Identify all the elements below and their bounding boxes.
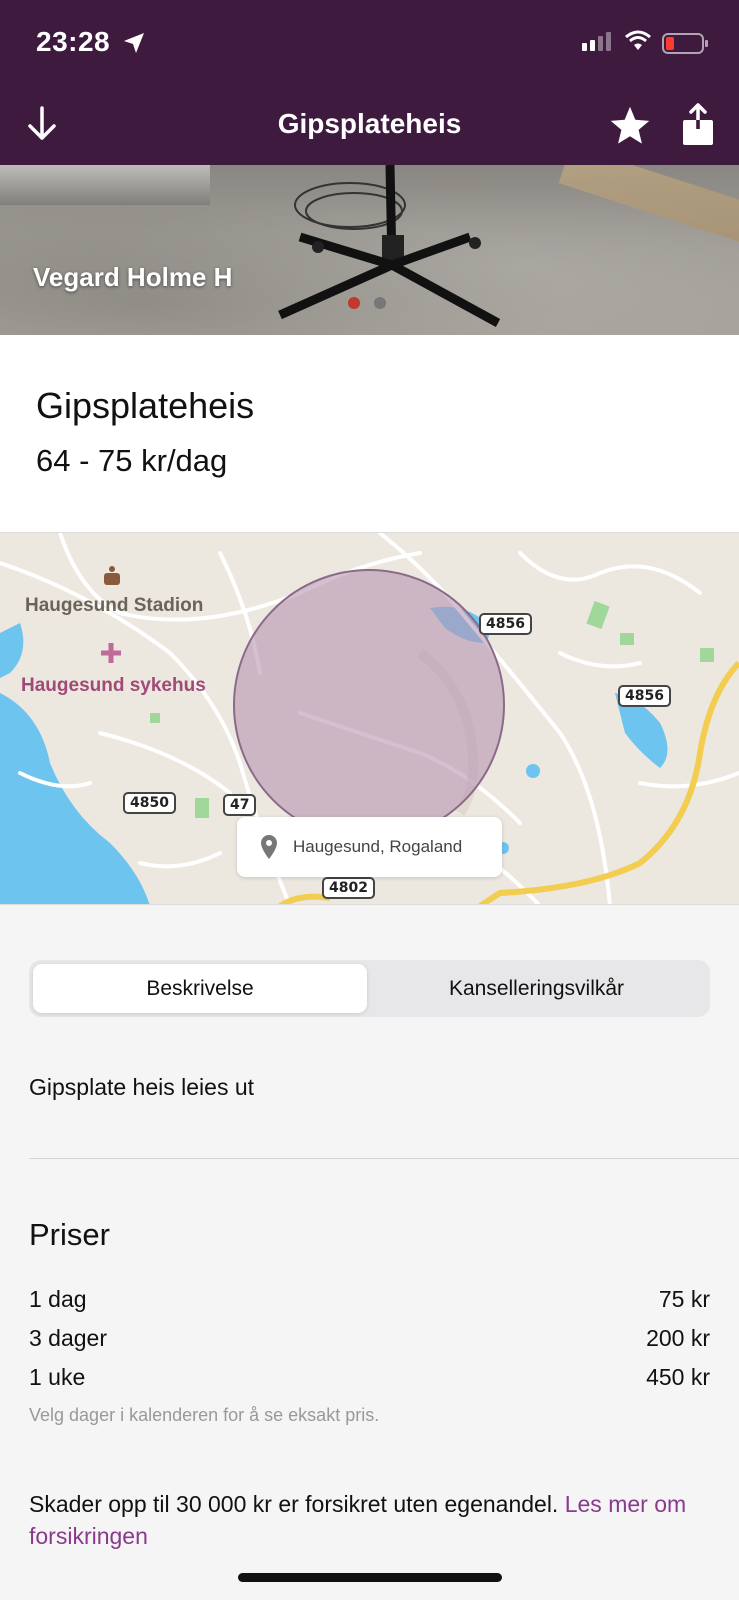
map-label-hospital: Haugesund sykehus	[21, 675, 206, 696]
carousel-page-indicator	[348, 297, 386, 309]
top-bar: 23:28 Gipsplateheis	[0, 0, 739, 165]
location-text: Haugesund, Rogaland	[293, 837, 463, 856]
divider	[29, 1158, 739, 1159]
road-shield: 4850	[123, 792, 176, 814]
price-row: 3 dager 200 kr	[29, 1325, 710, 1352]
price-period: 1 uke	[29, 1364, 86, 1390]
carousel-dot-active	[348, 297, 360, 309]
tab-cancellation-terms[interactable]: Kanselleringsvilkår	[367, 964, 706, 1013]
insurance-note: Skader opp til 30 000 kr er forsikret ut…	[29, 1488, 719, 1552]
location-map[interactable]: Haugesund Stadion Haugesund sykehus 4856…	[0, 532, 739, 905]
listing-title: Gipsplateheis	[36, 385, 255, 426]
owner-name[interactable]: Vegard Holme H	[33, 262, 232, 293]
price-hint: Velg dager i kalenderen for å se eksakt …	[29, 1405, 380, 1425]
info-segmented-control: Beskrivelse Kanselleringsvilkår	[29, 960, 710, 1017]
home-indicator[interactable]	[238, 1573, 502, 1582]
favorite-star-icon[interactable]	[608, 104, 652, 148]
status-time: 23:28	[36, 26, 111, 57]
photo-wall	[0, 165, 210, 205]
map-label-station: Haugesund Stadion	[25, 595, 204, 616]
price-amount: 450 kr	[646, 1364, 710, 1390]
price-amount: 200 kr	[646, 1325, 710, 1351]
tab-description[interactable]: Beskrivelse	[33, 964, 367, 1013]
map-pin-icon	[261, 835, 277, 859]
listing-header: Gipsplateheis 64 - 75 kr/dag	[0, 335, 739, 532]
insurance-text: Skader opp til 30 000 kr er forsikret ut…	[29, 1491, 559, 1517]
share-icon[interactable]	[680, 102, 716, 148]
drywall-lift-photo	[278, 165, 501, 327]
road-shield: 4856	[618, 685, 671, 707]
prices-heading: Priser	[29, 1217, 110, 1252]
price-amount: 75 kr	[658, 1286, 710, 1312]
carousel-dot	[374, 297, 386, 309]
listing-price-range: 64 - 75 kr/dag	[36, 443, 228, 478]
road-shield: 47	[223, 794, 257, 816]
cellular-signal-icon	[582, 32, 611, 51]
price-row: 1 dag 75 kr	[29, 1286, 710, 1313]
listing-photo-carousel[interactable]: Vegard Holme H	[0, 165, 739, 335]
road-shield: 4856	[479, 613, 532, 635]
description-text: Gipsplate heis leies ut	[29, 1074, 255, 1100]
price-period: 1 dag	[29, 1286, 87, 1312]
wifi-icon	[625, 30, 651, 50]
price-period: 3 dager	[29, 1325, 108, 1351]
location-arrow-icon	[124, 33, 144, 53]
price-row: 1 uke 450 kr	[29, 1364, 710, 1391]
location-chip[interactable]: Haugesund, Rogaland	[237, 817, 502, 877]
battery-icon	[662, 33, 708, 54]
road-shield: 4802	[322, 877, 375, 899]
